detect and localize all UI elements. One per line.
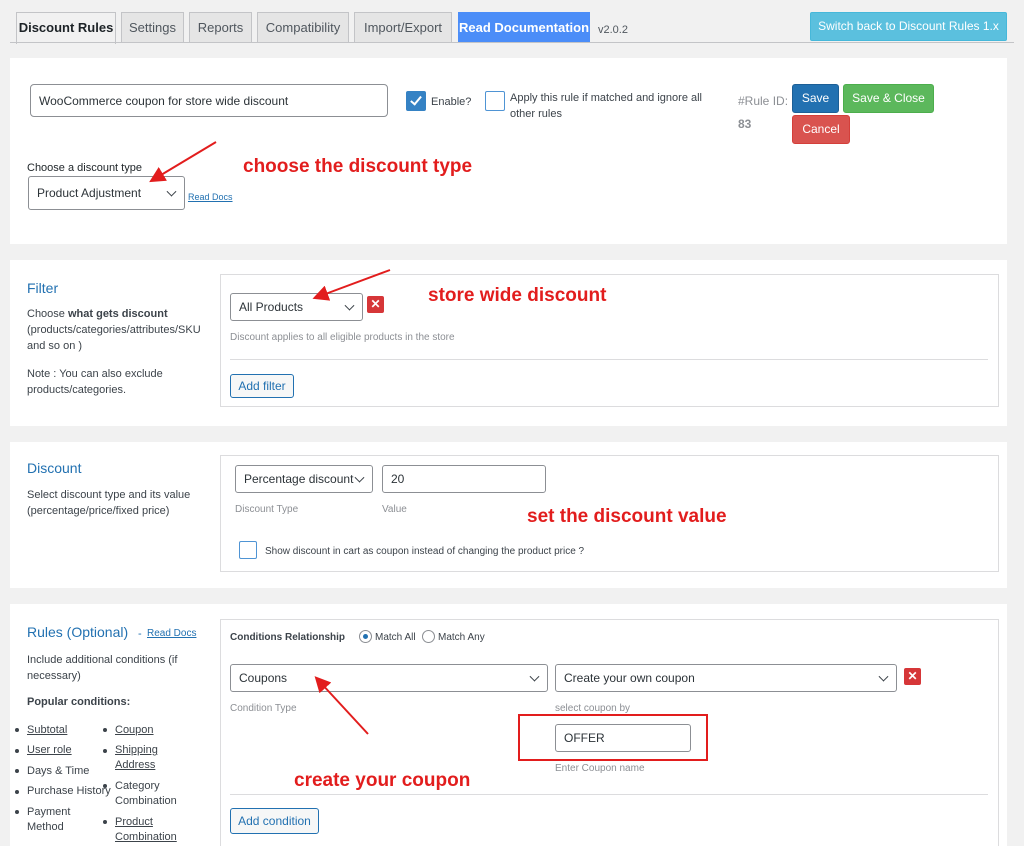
arrow-store-wide	[312, 269, 391, 301]
arrow-create-coupon	[314, 676, 369, 735]
arrow-discount-type	[149, 141, 217, 183]
annotation-arrows	[149, 141, 391, 735]
